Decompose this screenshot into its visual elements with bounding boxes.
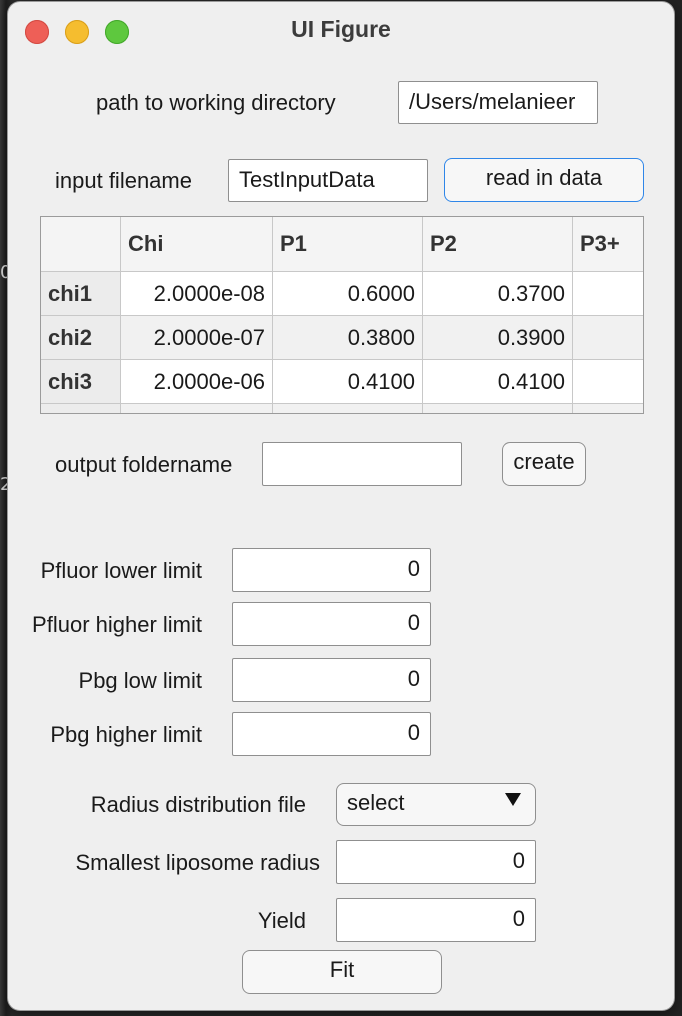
smallest-liposome-radius-label: Smallest liposome radius	[75, 850, 320, 875]
title-bar: UI Figure	[8, 2, 674, 56]
dropdown-selected-value: select	[347, 790, 405, 815]
create-button[interactable]: create	[502, 442, 586, 486]
pbg-higher-limit-field[interactable]: 0	[232, 712, 431, 756]
row-header: chi1	[41, 272, 121, 316]
table-cell[interactable]: 0.3800	[273, 316, 423, 360]
column-header[interactable]: P3+	[573, 217, 643, 272]
radius-distribution-label: Radius distribution file	[90, 792, 306, 817]
column-header[interactable]: Chi	[121, 217, 273, 272]
pbg-higher-limit-label: Pbg higher limit	[50, 722, 202, 747]
row-header: chi2	[41, 316, 121, 360]
dropdown-arrow-icon	[505, 793, 521, 806]
column-header	[41, 217, 121, 272]
pfluor-lower-limit-label: Pfluor lower limit	[40, 558, 202, 583]
window-title: UI Figure	[291, 16, 391, 42]
read-in-data-button[interactable]: read in data	[444, 158, 644, 202]
table-cell[interactable]: 2.0000e-06	[121, 360, 273, 404]
pfluor-higher-limit-label: Pfluor higher limit	[32, 612, 202, 637]
output-foldername-label: output foldername	[55, 452, 233, 477]
table-cell[interactable]: 0.3900	[423, 316, 573, 360]
table-row: chi3 2.0000e-06 0.4100 0.4100	[41, 360, 643, 404]
table-cell[interactable]	[573, 360, 643, 404]
ui-figure-window: UI Figure path to working directory /Use…	[8, 2, 674, 1010]
output-foldername-field[interactable]	[262, 442, 462, 486]
pbg-low-limit-field[interactable]: 0	[232, 658, 431, 702]
data-table[interactable]: Chi P1 P2 P3+ chi1 2.0000e-08 0.6000 0.3…	[40, 216, 644, 414]
table-row: chi1 2.0000e-08 0.6000 0.3700	[41, 272, 643, 316]
yield-label: Yield	[257, 908, 306, 933]
fit-button[interactable]: Fit	[242, 950, 442, 994]
row-header: chi3	[41, 360, 121, 404]
table-header-row: Chi P1 P2 P3+	[41, 217, 643, 272]
table-cell[interactable]: 0.6000	[273, 272, 423, 316]
input-filename-label: input filename	[55, 168, 192, 193]
radius-distribution-dropdown[interactable]: select	[336, 783, 536, 826]
table-cell[interactable]: 2.0000e-08	[121, 272, 273, 316]
pbg-low-limit-label: Pbg low limit	[78, 668, 202, 693]
pfluor-lower-limit-field[interactable]: 0	[232, 548, 431, 592]
yield-field[interactable]: 0	[336, 898, 536, 942]
table-cell[interactable]	[573, 316, 643, 360]
column-header[interactable]: P1	[273, 217, 423, 272]
table-cell[interactable]: 2.0000e-07	[121, 316, 273, 360]
smallest-liposome-radius-field[interactable]: 0	[336, 840, 536, 884]
working-directory-label: path to working directory	[96, 90, 336, 115]
table-row: chi2 2.0000e-07 0.3800 0.3900	[41, 316, 643, 360]
table-cell[interactable]: 0.4100	[273, 360, 423, 404]
table-cell[interactable]: 0.4100	[423, 360, 573, 404]
table-row-partial	[41, 404, 643, 413]
table-cell[interactable]	[573, 272, 643, 316]
table-cell[interactable]: 0.3700	[423, 272, 573, 316]
pfluor-higher-limit-field[interactable]: 0	[232, 602, 431, 646]
input-filename-field[interactable]: TestInputData	[228, 159, 428, 202]
column-header[interactable]: P2	[423, 217, 573, 272]
working-directory-field[interactable]: /Users/melanieer	[398, 81, 598, 124]
